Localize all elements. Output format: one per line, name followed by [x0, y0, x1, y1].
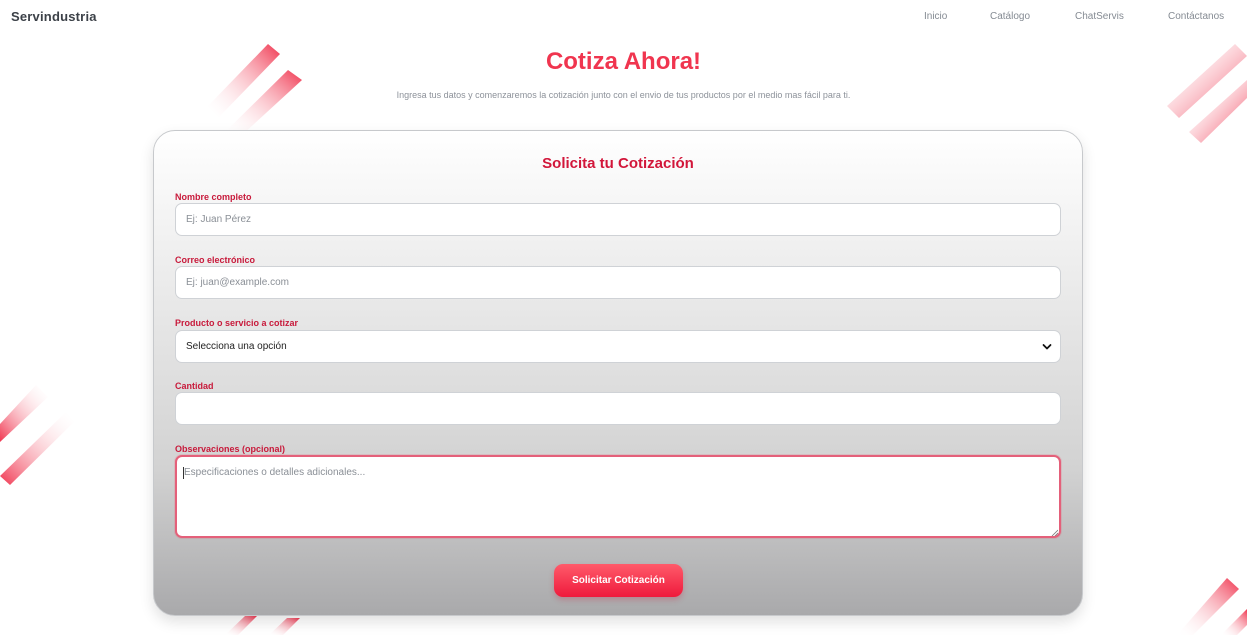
- product-label: Producto o servicio a cotizar: [175, 318, 299, 328]
- nav-link-catalogo[interactable]: Catálogo: [990, 11, 1030, 22]
- nav-link-contactanos[interactable]: Contáctanos: [1168, 11, 1224, 22]
- product-select-value: Selecciona una opción: [186, 341, 287, 352]
- page-subtitle: Ingresa tus datos y comenzaremos la coti…: [396, 90, 851, 100]
- decorative-stripes-left: [0, 385, 74, 485]
- product-select[interactable]: Selecciona una opción: [175, 330, 1061, 363]
- submit-quote-button[interactable]: Solicitar Cotización: [554, 564, 683, 597]
- brand-logo[interactable]: Servindustria: [11, 9, 97, 24]
- name-label: Nombre completo: [175, 192, 252, 202]
- quantity-label: Cantidad: [175, 381, 214, 391]
- chevron-down-icon: [1042, 344, 1052, 350]
- name-input[interactable]: [175, 203, 1061, 236]
- text-caret: [183, 467, 184, 479]
- nav-link-inicio[interactable]: Inicio: [924, 11, 947, 22]
- notes-label: Observaciones (opcional): [175, 444, 286, 454]
- quantity-input[interactable]: [175, 392, 1061, 425]
- email-label: Correo electrónico: [175, 255, 256, 265]
- navbar: Servindustria Inicio Catálogo ChatServis…: [0, 0, 1247, 34]
- email-input[interactable]: [175, 266, 1061, 299]
- decorative-stripes-bottom-right: [1177, 578, 1247, 635]
- resize-grip-icon[interactable]: [1051, 529, 1058, 536]
- page-title: Cotiza Ahora!: [545, 48, 702, 75]
- form-title: Solicita tu Cotización: [542, 155, 694, 172]
- quote-form-card: Solicita tu Cotización Nombre completo C…: [153, 130, 1083, 616]
- page: Servindustria Inicio Catálogo ChatServis…: [0, 0, 1247, 635]
- notes-textarea[interactable]: [175, 455, 1061, 538]
- nav-link-chatservis[interactable]: ChatServis: [1075, 11, 1124, 22]
